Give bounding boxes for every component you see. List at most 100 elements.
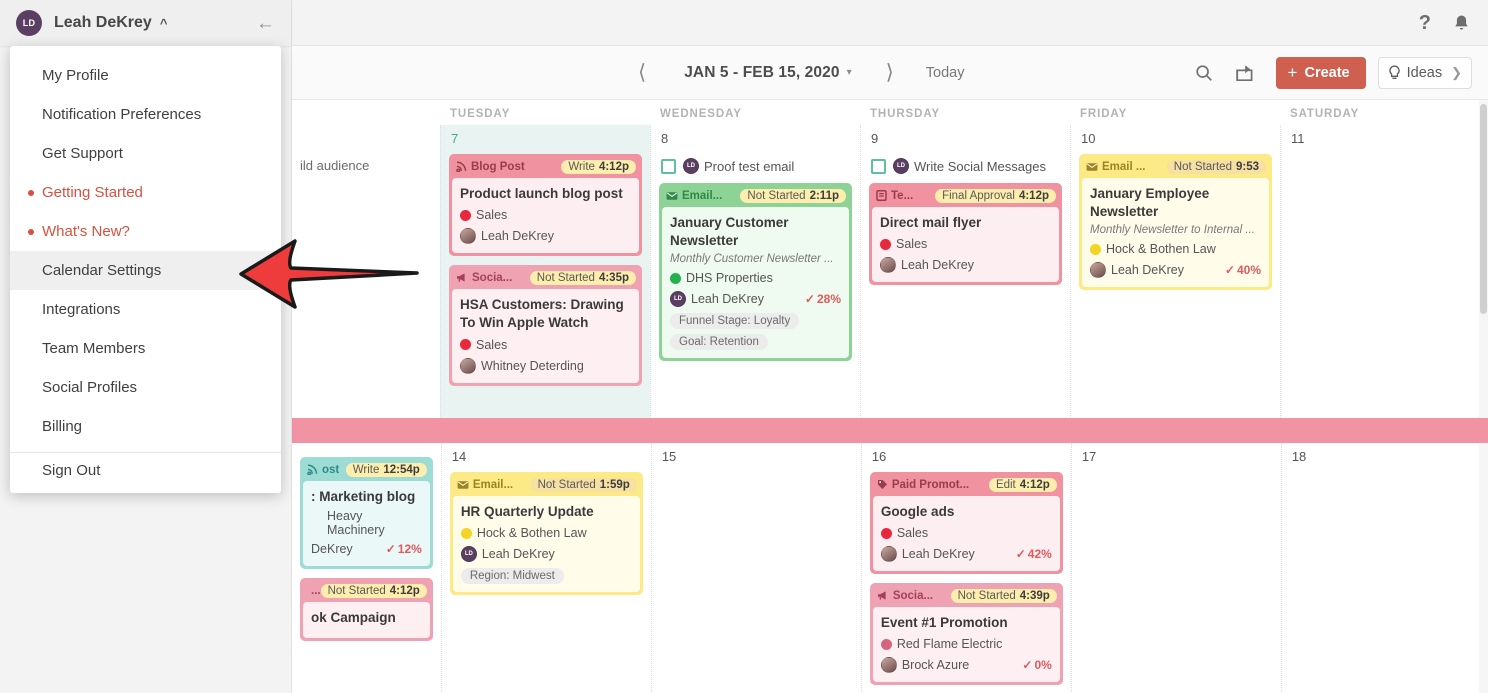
calendar-card[interactable]: Email... Not Started 1:59p HR Quarterly U…: [449, 472, 643, 596]
bell-icon[interactable]: [1453, 14, 1470, 33]
day-number: [300, 443, 433, 457]
menu-item-label: Notification Preferences: [42, 106, 202, 123]
calendar-day-cell[interactable]: 8 LD Proof test email Email... Not Started…: [650, 125, 860, 418]
calendar-day-cell[interactable]: 16 Paid Promot... Edit 4:12p Google ads S…: [860, 443, 1071, 693]
calendar-day-cell[interactable]: 15: [650, 443, 861, 693]
card-status-pill: Not Started 4:35p: [529, 270, 636, 285]
calendar-day-cell[interactable]: 7 Blog Post Write 4:12p Product launch bl…: [440, 125, 650, 418]
card-body: Event #1 Promotion Red Flame Electric Bro…: [872, 607, 1060, 683]
card-header: Paid Promot... Edit 4:12p: [871, 473, 1062, 496]
calendar-card[interactable]: ... Not Started 4:12p ok Campaign: [300, 578, 433, 642]
project-color-dot: [311, 518, 322, 529]
lightbulb-icon: [1388, 65, 1401, 81]
menu-item-label: Sign Out: [42, 461, 101, 479]
chevron-left-icon[interactable]: ⟨: [628, 62, 656, 83]
calendar-card[interactable]: Paid Promot... Edit 4:12p Google ads Sale…: [869, 472, 1063, 575]
card-status-label: Not Started: [747, 189, 806, 202]
date-range-label: JAN 5 - FEB 15, 2020: [684, 63, 840, 81]
chevron-up-icon[interactable]: ^: [160, 16, 168, 31]
card-tag: Goal: Retention: [670, 334, 768, 351]
calendar-day-cell[interactable]: 11: [1280, 125, 1488, 418]
calendar-card[interactable]: Blog Post Write 4:12p Product launch blog…: [449, 154, 642, 257]
day-number: 10: [1081, 131, 1096, 146]
tag-icon: [877, 479, 888, 490]
calendar-card[interactable]: Socia... Not Started 4:39p Event #1 Promo…: [869, 583, 1063, 686]
calendar-day-cell[interactable]: 14 Email... Not Started 1:59p HR Quarterl…: [440, 443, 651, 693]
card-project-row: Red Flame Electric: [880, 635, 1052, 653]
top-bar: ?: [292, 0, 1488, 46]
card-project-row: Hock & Bothen Law: [1090, 240, 1261, 258]
menu-item-billing[interactable]: Billing: [10, 407, 281, 446]
calendar-card[interactable]: Email ... Not Started 9:53 January Employ…: [1079, 154, 1272, 291]
card-type: ...: [311, 584, 321, 597]
calendar-day-cell[interactable]: 9 LD Write Social Messages Te... Final App…: [860, 125, 1070, 418]
menu-item-notification-preferences[interactable]: Notification Preferences: [10, 95, 281, 134]
calendar-card[interactable]: Te... Final Approval 4:12p Direct mail fl…: [869, 183, 1062, 286]
calendar-day-cell[interactable]: 18: [1280, 443, 1488, 693]
check-icon: ✓: [804, 292, 815, 307]
calendar-week-row: ost Write 12:54p : Marketing blog Heavy M…: [292, 443, 1488, 693]
menu-item-calendar-settings[interactable]: Calendar Settings: [10, 251, 281, 290]
card-header: Socia... Not Started 4:35p: [450, 266, 641, 289]
task-row[interactable]: LD Proof test email: [661, 158, 852, 174]
card-title: January Employee Newsletter: [1090, 186, 1210, 220]
card-subtitle: Monthly Newsletter to Internal ...: [1090, 224, 1255, 237]
menu-item-get-support[interactable]: Get Support: [10, 134, 281, 173]
arrow-left-icon[interactable]: ←: [256, 14, 275, 33]
card-body: Product launch blog post Sales Leah DeKre…: [452, 178, 639, 254]
card-owner-row: LD Leah DeKrey: [460, 545, 632, 563]
share-icon[interactable]: [1235, 64, 1254, 82]
card-header: ost Write 12:54p: [301, 458, 432, 481]
sidebar-user-header[interactable]: LD Leah DeKrey ^ ←: [0, 0, 291, 46]
project-color-dot: [880, 638, 892, 650]
card-owner-row: Leah DeKrey: [460, 227, 631, 245]
date-range-selector[interactable]: JAN 5 - FEB 15, 2020 ▾: [684, 64, 851, 82]
calendar-card[interactable]: Email... Not Started 2:11p January Custom…: [659, 183, 852, 362]
card-body: HSA Customers: Drawing To Win Apple Watc…: [452, 289, 639, 383]
ideas-button[interactable]: Ideas ❯: [1377, 56, 1472, 89]
check-icon: ✓: [385, 542, 396, 557]
task-row[interactable]: LD Write Social Messages: [871, 158, 1062, 174]
calendar-card[interactable]: ost Write 12:54p : Marketing blog Heavy M…: [300, 457, 433, 570]
calendar-day-cell[interactable]: 10 Email ... Not Started 9:53 January Emp…: [1070, 125, 1280, 418]
vertical-scrollbar[interactable]: [1479, 100, 1488, 693]
task-checkbox[interactable]: [661, 158, 676, 174]
card-title: Product launch blog post: [460, 186, 623, 201]
chevron-right-icon[interactable]: ⟩: [876, 62, 904, 83]
card-status-label: Not Started: [327, 584, 386, 597]
search-icon[interactable]: [1195, 64, 1213, 82]
menu-item-team-members[interactable]: Team Members: [10, 329, 281, 368]
project-color-dot: [880, 527, 892, 539]
card-body: : Marketing blog Heavy Machinery DeKrey ✓ 1…: [303, 481, 430, 567]
calendar-day-cell[interactable]: ost Write 12:54p : Marketing blog Heavy M…: [292, 443, 441, 693]
menu-divider: [10, 452, 281, 453]
card-progress-percent: ✓ 42%: [1015, 547, 1052, 562]
menu-item-social-profiles[interactable]: Social Profiles: [10, 368, 281, 407]
create-button[interactable]: + Create: [1275, 56, 1366, 89]
create-button-label: Create: [1304, 64, 1350, 81]
card-project-row: Sales: [460, 206, 631, 224]
card-progress-percent: ✓ 40%: [1224, 263, 1261, 278]
menu-item-sign-out[interactable]: Sign Out: [10, 459, 281, 493]
question-mark-icon[interactable]: ?: [1419, 13, 1431, 33]
project-color-dot: [880, 238, 891, 250]
card-owner-row: Leah DeKrey: [880, 256, 1051, 274]
task-checkbox[interactable]: [871, 158, 886, 174]
card-status-label: Not Started: [536, 271, 595, 284]
card-status-pill: Not Started 2:11p: [740, 188, 846, 203]
partial-card-text: ild audience: [300, 158, 370, 173]
calendar-card[interactable]: Socia... Not Started 4:35p HSA Customers:…: [449, 265, 642, 386]
card-type: Te...: [876, 190, 913, 202]
card-status-label: Not Started: [957, 589, 1016, 602]
menu-item-integrations[interactable]: Integrations: [10, 290, 281, 329]
calendar-day-cell[interactable]: 17: [1070, 443, 1281, 693]
today-button[interactable]: Today: [926, 65, 965, 81]
scrollbar-thumb[interactable]: [1480, 104, 1487, 314]
menu-item-getting-started[interactable]: Getting Started: [10, 173, 281, 212]
menu-item-my-profile[interactable]: My Profile: [10, 56, 281, 95]
toolbar-actions: + Create Ideas ❯: [1195, 56, 1488, 89]
card-progress-percent: ✓ 0%: [1022, 658, 1052, 673]
card-time: 4:12p: [598, 160, 629, 173]
menu-item-whats-new[interactable]: What's New?: [10, 212, 281, 251]
day-number: 8: [661, 131, 669, 146]
